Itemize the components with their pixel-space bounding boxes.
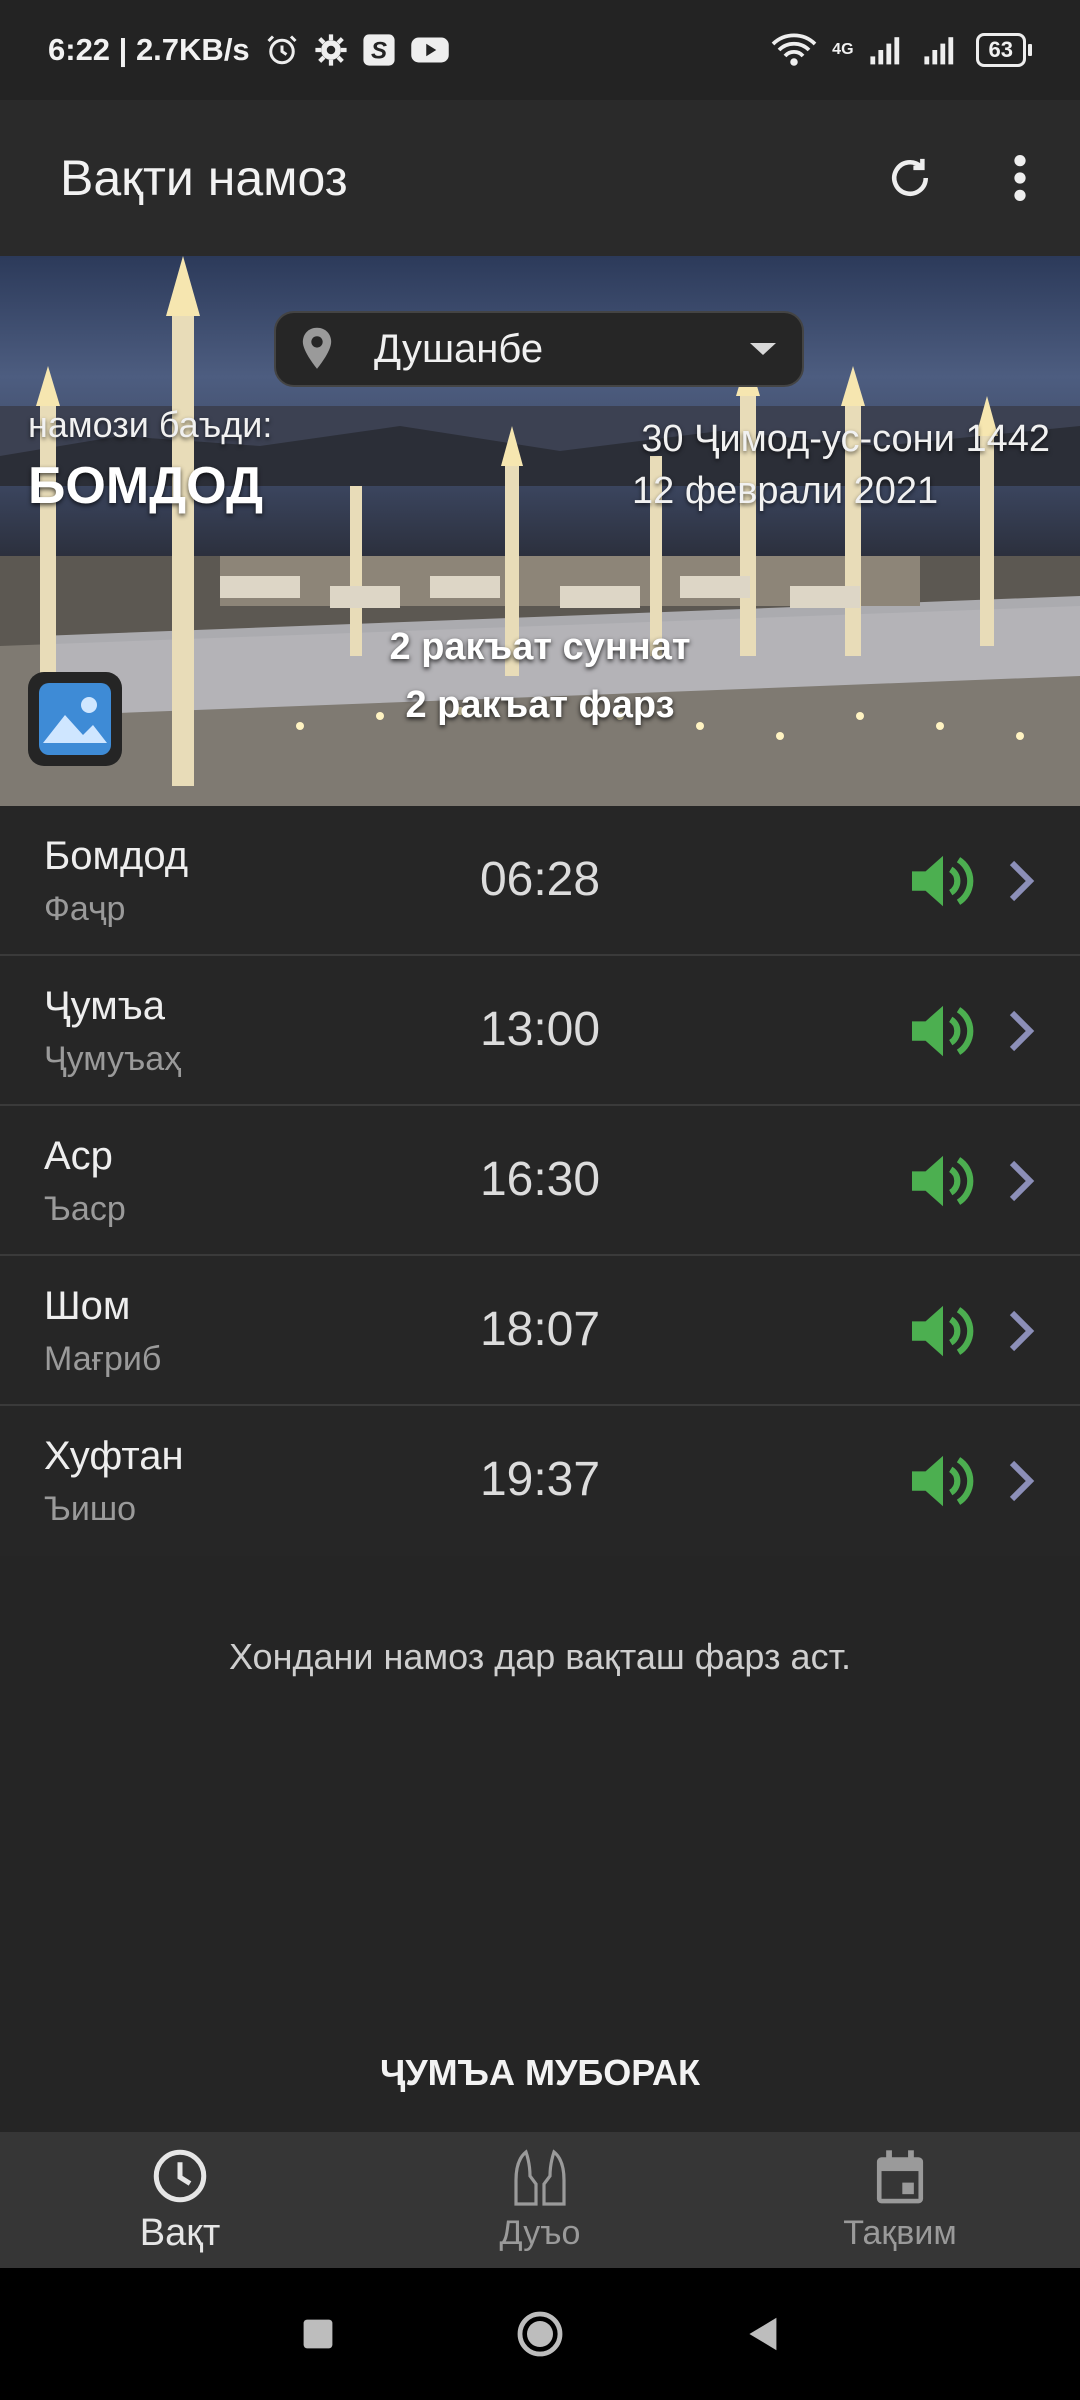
recent-apps-icon[interactable]	[300, 2316, 336, 2352]
change-background-button[interactable]	[28, 672, 122, 766]
sound-on-icon[interactable]	[908, 1000, 978, 1062]
next-prayer-name: БОМДОД	[28, 457, 263, 515]
next-prayer-label: намози баъди:	[28, 404, 273, 445]
nav-dua-label: Дуъо	[499, 2213, 581, 2252]
nav-dua[interactable]: Дуъо	[360, 2132, 720, 2268]
hero-banner: Душанбе намози баъди: БОМДОД 30 Ҷимод-ус…	[0, 256, 1080, 806]
prayer-row-jumma[interactable]: Ҷумъа Ҷумуъаҳ 13:00	[0, 956, 1080, 1106]
alarm-icon	[267, 35, 297, 65]
praying-hands-icon	[514, 2148, 566, 2206]
signal-icon-2	[923, 37, 953, 65]
s-app-icon: S	[363, 34, 395, 66]
battery-indicator: 63	[975, 33, 1032, 67]
home-icon[interactable]	[516, 2310, 564, 2358]
calendar-icon	[876, 2149, 924, 2203]
status-left: 6:22 | 2.7KB/s S	[48, 32, 450, 68]
battery-tip	[1028, 44, 1032, 56]
image-icon	[39, 683, 111, 755]
youtube-icon	[410, 37, 449, 63]
app-bar: Вақти намоз	[0, 100, 1080, 256]
chevron-right-icon[interactable]	[1006, 1008, 1036, 1054]
more-vert-icon	[1014, 155, 1026, 201]
wifi-icon	[771, 33, 817, 66]
network-type: 4G	[832, 41, 854, 58]
chevron-right-icon[interactable]	[1006, 1308, 1036, 1354]
sound-on-icon[interactable]	[908, 1150, 978, 1212]
battery-level: 63	[975, 33, 1026, 67]
rakat-farz: 2 ракъат фарз	[405, 684, 675, 726]
nav-time-label: Вақт	[139, 2211, 221, 2254]
app-title: Вақти намоз	[60, 150, 348, 206]
prayer-row-fajr[interactable]: Бомдод Фаҷр 06:28	[0, 806, 1080, 956]
location-pin-icon	[302, 327, 332, 369]
refresh-button[interactable]	[860, 128, 960, 228]
nav-calendar[interactable]: Тақвим	[720, 2132, 1080, 2268]
sound-on-icon[interactable]	[908, 1300, 978, 1362]
status-time: 6:22 | 2.7KB/s	[48, 32, 250, 67]
prayer-row-isha[interactable]: Хуфтан Ъишо 19:37	[0, 1406, 1080, 1556]
sound-on-icon[interactable]	[908, 1450, 978, 1512]
prayer-row-maghrib[interactable]: Шом Мағриб 18:07	[0, 1256, 1080, 1406]
rakat-sunnat: 2 ракъат суннат	[389, 626, 691, 668]
settings-gear-icon	[315, 34, 347, 66]
gregorian-date: 12 феврали 2021	[632, 470, 939, 512]
status-right: 4G 63	[770, 32, 1032, 68]
city-name: Душанбе	[374, 326, 544, 371]
signal-icon	[869, 37, 899, 65]
nav-time[interactable]: Вақт	[0, 2132, 360, 2268]
bottom-navigation: Вақт Дуъо Тақвим	[0, 2132, 1080, 2268]
status-bar: 6:22 | 2.7KB/s S 4G 63	[0, 0, 1080, 100]
chevron-right-icon[interactable]	[1006, 1158, 1036, 1204]
overflow-menu-button[interactable]	[970, 128, 1070, 228]
chevron-right-icon[interactable]	[1006, 858, 1036, 904]
refresh-icon	[892, 158, 928, 196]
svg-text:S: S	[371, 38, 387, 65]
jumma-greeting: ҶУМЪА МУБОРАК	[379, 2052, 701, 2093]
dropdown-arrow-icon	[750, 343, 776, 355]
hijri-date: 30 Ҷимод-ус-сони 1442	[641, 418, 1050, 460]
prayer-row-asr[interactable]: Аср Ъаср 16:30	[0, 1106, 1080, 1256]
prayer-times-list: Бомдод Фаҷр 06:28 Ҷумъа Ҷумуъаҳ 13:00 Ас…	[0, 806, 1080, 1556]
hadith-text: Хондани намоз дар вақташ фарз аст.	[228, 1636, 852, 1677]
city-selector[interactable]: Душанбе	[274, 311, 804, 387]
nav-calendar-label: Тақвим	[843, 2213, 957, 2252]
back-icon[interactable]	[744, 2314, 780, 2354]
chevron-right-icon[interactable]	[1006, 1458, 1036, 1504]
clock-icon	[153, 2149, 207, 2202]
system-navigation-bar	[0, 2268, 1080, 2400]
sound-on-icon[interactable]	[908, 850, 978, 912]
